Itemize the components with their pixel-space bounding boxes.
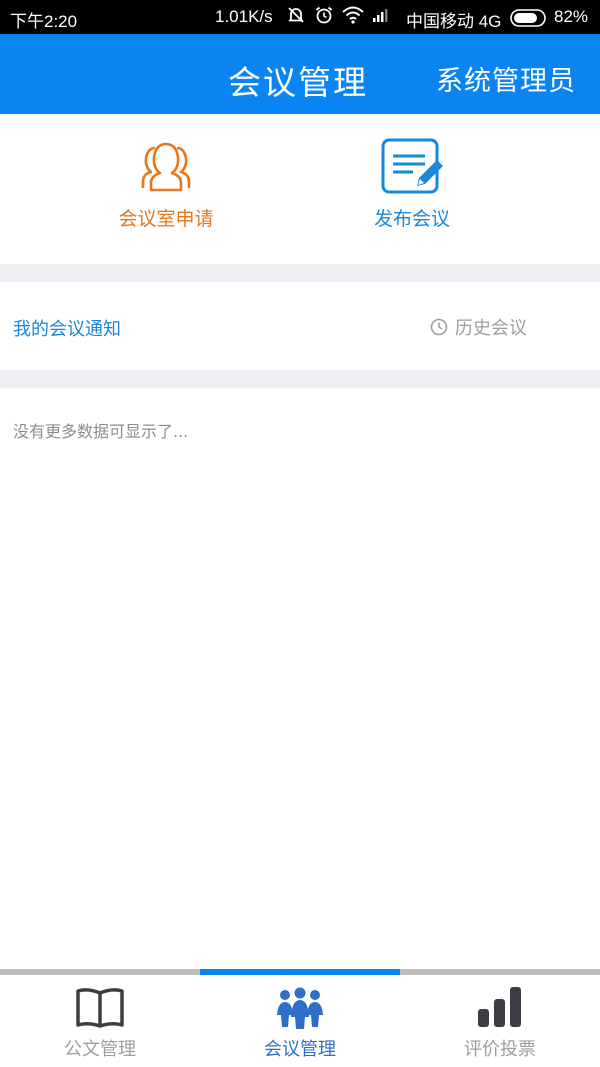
meeting-icon	[277, 987, 323, 1029]
people-icon	[141, 142, 191, 192]
bottom-navigation: 公文管理 会议管理 评价投票	[0, 969, 600, 1067]
signal-icon	[373, 9, 388, 22]
bar-chart-icon	[478, 987, 521, 1027]
publish-meeting-button[interactable]: 发布会议	[312, 136, 512, 231]
battery-icon	[510, 9, 546, 27]
history-meetings-button[interactable]: 历史会议	[430, 314, 527, 340]
status-bar: 下午2:20 1.01K/s 中国移动 4G 82%	[0, 0, 600, 34]
tab-voting-label: 评价投票	[464, 1039, 536, 1060]
my-meeting-notices-title[interactable]: 我的会议通知	[13, 315, 121, 341]
tab-meetings-label: 会议管理	[264, 1039, 336, 1060]
edit-note-icon	[381, 138, 443, 194]
section-divider	[0, 370, 600, 388]
tab-voting[interactable]: 评价投票	[400, 975, 600, 1067]
user-name[interactable]: 系统管理员	[436, 59, 576, 98]
status-icons	[286, 5, 390, 25]
status-carrier: 中国移动 4G	[406, 12, 502, 31]
room-apply-label: 会议室申请	[118, 208, 214, 230]
publish-meeting-label: 发布会议	[373, 208, 450, 230]
tab-documents-label: 公文管理	[64, 1039, 136, 1060]
book-icon	[76, 988, 124, 1028]
wifi-icon	[342, 6, 364, 24]
status-network-speed: 1.01K/s	[215, 7, 273, 26]
section-divider	[0, 264, 600, 282]
app-header: 会议管理 系统管理员	[0, 34, 600, 114]
room-apply-button[interactable]: 会议室申请	[66, 136, 266, 231]
tab-documents[interactable]: 公文管理	[0, 975, 200, 1067]
tab-meetings[interactable]: 会议管理	[200, 975, 400, 1067]
status-time: 下午2:20	[10, 12, 78, 31]
page-title: 会议管理	[228, 63, 368, 102]
history-meetings-label: 历史会议	[455, 318, 527, 339]
empty-list-message: 没有更多数据可显示了...	[13, 422, 189, 441]
alarm-icon	[315, 6, 333, 24]
mute-icon	[288, 7, 304, 23]
clock-icon	[430, 318, 448, 336]
quick-actions: 会议室申请 发布会议	[0, 114, 600, 264]
meeting-notice-header: 我的会议通知 历史会议	[0, 282, 600, 370]
status-battery-percent: 82%	[554, 7, 589, 26]
